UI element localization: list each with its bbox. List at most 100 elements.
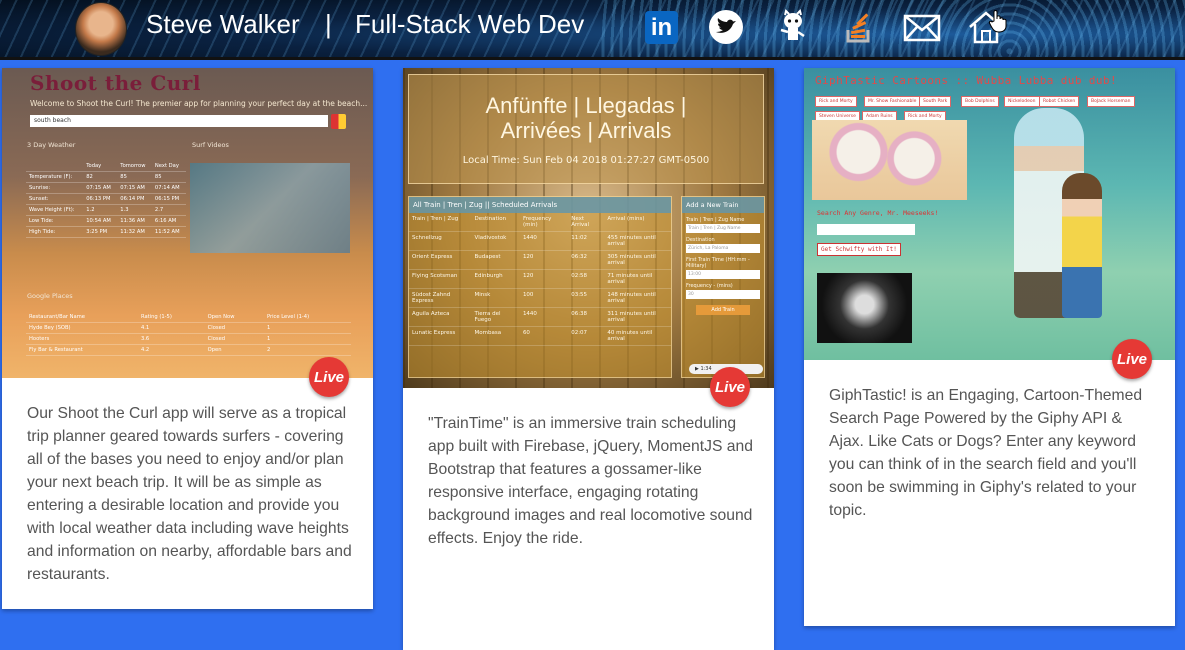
table-cell: 02:07	[568, 326, 605, 346]
project-card-giphtastic: GiphTastic Cartoons :: Wubba Lubba dub d…	[804, 68, 1175, 626]
table-cell: Destination	[471, 213, 520, 232]
mail-icon[interactable]	[902, 8, 942, 46]
table-cell: 07:14 AM	[151, 182, 186, 194]
table-cell: High Tide:	[26, 226, 84, 238]
table-cell: 1	[263, 333, 351, 345]
github-icon[interactable]	[773, 8, 813, 46]
linkedin-icon[interactable]: in	[642, 8, 682, 46]
form-field-label: First Train Time (HH:mm - Military)	[686, 257, 750, 269]
morty-figure	[1062, 173, 1102, 318]
table-cell: 3:25 PM	[83, 226, 118, 238]
table-cell: 06:13 PM	[83, 193, 118, 205]
places-table: Restaurant/Bar Name Rating (1-5) Open Now P…	[26, 312, 351, 356]
table-cell: Temperature (F):	[26, 171, 84, 183]
table-row: Hyde Bey (SOB) 4.1 Closed 1	[26, 322, 351, 334]
table-row: Flying Scotsman Edinburgh 120 02:58 71 minut…	[409, 269, 671, 289]
table-cell: Open	[204, 344, 264, 356]
table-cell: 1440	[519, 231, 569, 251]
table-cell: Train | Tren | Zug	[409, 213, 472, 232]
title-separator: |	[325, 9, 332, 39]
table-row: Sunrise: 07:15 AM 07:15 AM 07:14 AM	[26, 182, 186, 194]
form-field-input: Zürich, La Paloma	[686, 244, 760, 253]
table-cell: 02:58	[568, 269, 605, 289]
table-cell: 06:14 PM	[117, 193, 152, 205]
twitter-icon[interactable]	[706, 8, 746, 46]
project-screenshot[interactable]: Shoot the Curl Welcome to Shoot the Curl…	[2, 68, 373, 378]
flag-icon	[331, 114, 346, 129]
table-cell: 305 minutes until arrival	[604, 250, 671, 270]
table-cell: 1440	[519, 307, 569, 327]
add-train-form: Add a New Train Train | Tren | Zug Name T…	[681, 196, 765, 378]
live-badge[interactable]: Live	[309, 357, 349, 397]
topic-tag-button: BoJack Horseman	[1087, 96, 1135, 107]
arrivals-table-title: All Train | Tren | Zug || Scheduled Arri…	[409, 197, 671, 213]
table-cell: Budapest	[471, 250, 520, 270]
table-cell: 2	[263, 344, 351, 356]
table-row: Aguila Azteca Tierra del Fuego 1440 06:38 31…	[409, 307, 671, 327]
heading-line-1: Anfünfte | Llegadas |	[485, 93, 687, 118]
table-cell: 40 minutes until arrival	[604, 326, 671, 346]
table-cell: 2.7	[151, 204, 186, 216]
topic-tag-button: Bob Dolphins	[961, 96, 999, 107]
search-input	[817, 224, 915, 235]
live-badge[interactable]: Live	[1112, 339, 1152, 379]
table-cell: Tierra del Fuego	[471, 307, 520, 327]
table-cell: Closed	[204, 322, 264, 334]
table-cell: 11:36 AM	[117, 215, 152, 227]
player-time: 1:34	[700, 366, 712, 372]
table-row: Low Tide: 10:54 AM 11:36 AM 6:16 AM	[26, 215, 186, 227]
table-cell: Closed	[204, 333, 264, 345]
topic-tag-button: Robot Chicken	[1039, 96, 1080, 107]
weather-label: 3 Day Weather	[27, 141, 76, 149]
stackoverflow-icon[interactable]	[838, 8, 878, 46]
table-cell: 3.6	[137, 333, 205, 345]
table-cell: 455 minutes until arrival	[604, 231, 671, 251]
form-field-input: 13:00	[686, 270, 760, 279]
table-cell: Frequency (min)	[519, 213, 569, 232]
table-cell: Sunrise:	[26, 182, 84, 194]
table-row: Orient Express Budapest 120 06:32 305 minute…	[409, 250, 671, 270]
table-cell: Wave Height (Ft):	[26, 204, 84, 216]
gif-result	[817, 273, 912, 343]
table-cell: Tomorrow	[117, 161, 152, 172]
topic-tag-button: Nickelodeon	[1004, 96, 1040, 107]
search-button: Get Schwifty with It!	[817, 243, 901, 256]
table-cell: 11:32 AM	[117, 226, 152, 238]
table-cell: 06:38	[568, 307, 605, 327]
table-row: Südost Zahnd Express Minsk 100 03:55 148 min…	[409, 288, 671, 308]
table-cell: Mombasa	[471, 326, 520, 346]
topic-tag-button: South Park	[919, 96, 952, 107]
table-cell: Aguila Azteca	[409, 307, 472, 327]
table-cell: Sunset:	[26, 193, 84, 205]
table-cell: Rating (1-5)	[137, 312, 205, 323]
avatar	[75, 2, 127, 56]
form-field-label: Destination	[686, 237, 715, 243]
table-cell: Edinburgh	[471, 269, 520, 289]
table-cell: Schnellzug	[409, 231, 472, 251]
hand-cursor-icon	[988, 9, 1008, 33]
table-cell: 1.2	[83, 204, 118, 216]
project-screenshot[interactable]: GiphTastic Cartoons :: Wubba Lubba dub d…	[804, 68, 1175, 360]
project-description: Our Shoot the Curl app will serve as a t…	[27, 405, 352, 583]
table-cell: 11:52 AM	[151, 226, 186, 238]
live-badge[interactable]: Live	[710, 367, 750, 407]
topic-tag-button: Rick and Morty	[815, 96, 857, 107]
table-cell: Flying Scotsman	[409, 269, 472, 289]
table-cell: Arrival (mins)	[604, 213, 671, 232]
cartoon-eyes-image	[812, 120, 967, 200]
form-field-input: 30	[686, 290, 760, 299]
surf-video	[190, 163, 350, 253]
table-cell: 11:02	[568, 231, 605, 251]
table-cell: 85	[117, 171, 152, 183]
table-cell: Restaurant/Bar Name	[26, 312, 138, 323]
project-screenshot[interactable]: Anfünfte | Llegadas | Arrivées | Arrival…	[403, 68, 774, 388]
table-cell: 1.3	[117, 204, 152, 216]
table-cell: Orient Express	[409, 250, 472, 270]
arrivals-table: Train | Tren | Zug Destination Frequency (…	[409, 213, 671, 346]
places-label: Google Places	[27, 292, 73, 300]
table-row: Lunatic Express Mombasa 60 02:07 40 minutes …	[409, 326, 671, 346]
project-description: "TrainTime" is an immersive train schedu…	[428, 415, 753, 547]
table-cell: Price Level (1-4)	[263, 312, 351, 323]
add-train-button: Add Train	[696, 305, 750, 315]
screenshot-search-field: south beach	[30, 115, 328, 127]
